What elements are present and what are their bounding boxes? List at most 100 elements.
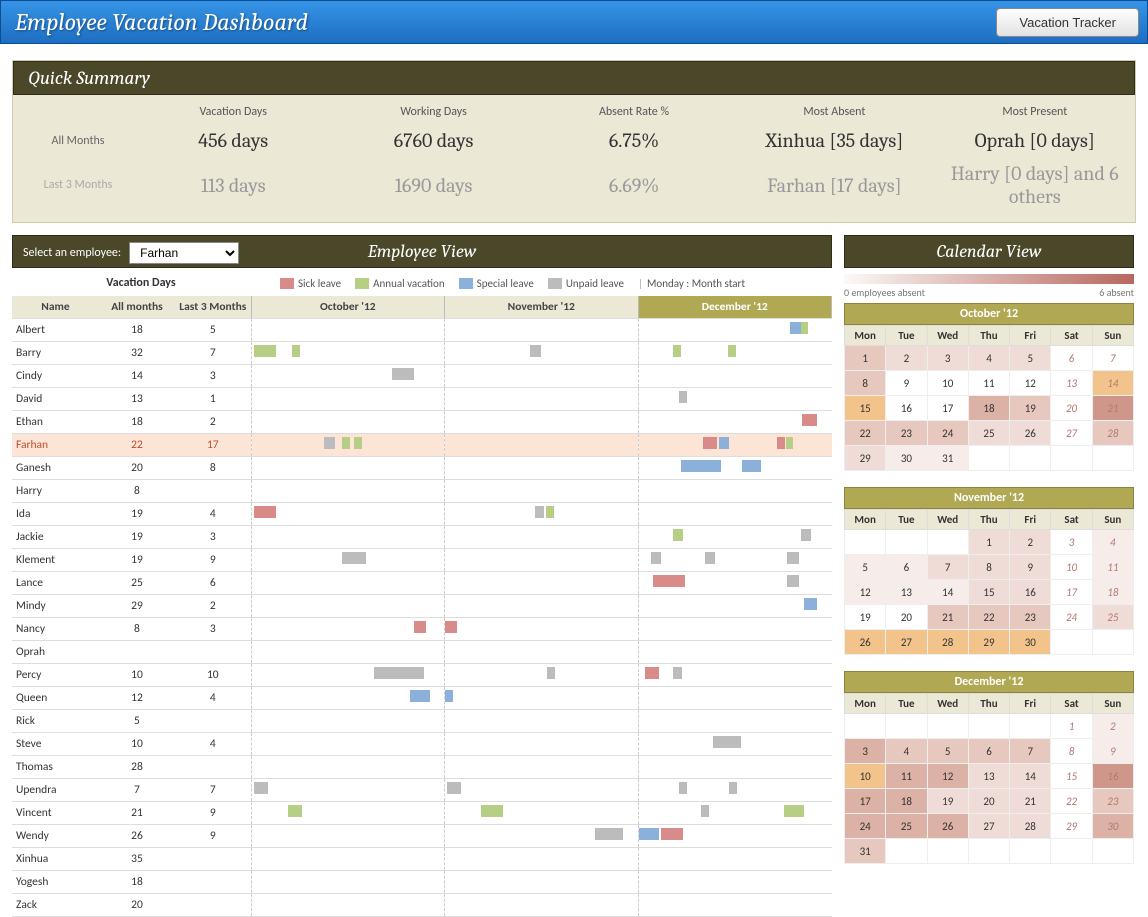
calendar-day[interactable]: 22 bbox=[845, 421, 886, 446]
calendar-day[interactable]: 15 bbox=[1051, 764, 1092, 789]
table-row[interactable]: Ganesh208 bbox=[12, 457, 832, 480]
calendar-day[interactable]: 28 bbox=[1092, 421, 1133, 446]
calendar-day[interactable]: 15 bbox=[845, 396, 886, 421]
table-row[interactable]: Nancy83 bbox=[12, 618, 832, 641]
calendar-day[interactable]: 23 bbox=[1092, 789, 1133, 814]
calendar-day[interactable]: 10 bbox=[1051, 555, 1092, 580]
calendar-day[interactable]: 9 bbox=[1092, 739, 1133, 764]
calendar-day[interactable]: 11 bbox=[1092, 555, 1133, 580]
table-row[interactable]: Klement199 bbox=[12, 549, 832, 572]
table-row[interactable]: Wendy269 bbox=[12, 825, 832, 848]
calendar-day[interactable]: 21 bbox=[927, 605, 968, 630]
table-row[interactable]: Ethan182 bbox=[12, 411, 832, 434]
table-row[interactable]: Farhan2217 bbox=[12, 434, 832, 457]
calendar-day[interactable]: 10 bbox=[927, 371, 968, 396]
calendar-day[interactable]: 17 bbox=[845, 789, 886, 814]
table-row[interactable]: Albert185 bbox=[12, 319, 832, 342]
table-row[interactable]: Upendra77 bbox=[12, 779, 832, 802]
table-row[interactable]: Vincent219 bbox=[12, 802, 832, 825]
calendar-day[interactable]: 19 bbox=[845, 605, 886, 630]
calendar-day[interactable]: 14 bbox=[927, 580, 968, 605]
calendar-day[interactable]: 13 bbox=[968, 764, 1009, 789]
calendar-day[interactable]: 13 bbox=[1051, 371, 1092, 396]
calendar-day[interactable]: 21 bbox=[1092, 396, 1133, 421]
calendar-day[interactable]: 1 bbox=[968, 530, 1009, 555]
table-row[interactable]: Steve104 bbox=[12, 733, 832, 756]
calendar-day[interactable]: 24 bbox=[845, 814, 886, 839]
table-row[interactable]: Queen124 bbox=[12, 687, 832, 710]
table-row[interactable]: Rick5 bbox=[12, 710, 832, 733]
calendar-day[interactable]: 2 bbox=[1092, 714, 1133, 739]
calendar-day[interactable]: 17 bbox=[1051, 580, 1092, 605]
calendar-day[interactable]: 11 bbox=[968, 371, 1009, 396]
calendar-day[interactable]: 12 bbox=[927, 764, 968, 789]
calendar-day[interactable]: 12 bbox=[1010, 371, 1051, 396]
calendar-day[interactable]: 15 bbox=[968, 580, 1009, 605]
calendar-day[interactable]: 17 bbox=[927, 396, 968, 421]
calendar-day[interactable]: 23 bbox=[886, 421, 927, 446]
calendar-day[interactable]: 21 bbox=[1010, 789, 1051, 814]
calendar-day[interactable]: 24 bbox=[927, 421, 968, 446]
calendar-day[interactable]: 12 bbox=[845, 580, 886, 605]
table-row[interactable]: Barry327 bbox=[12, 342, 832, 365]
calendar-day[interactable]: 14 bbox=[1092, 371, 1133, 396]
calendar-day[interactable]: 8 bbox=[1051, 739, 1092, 764]
calendar-day[interactable]: 18 bbox=[886, 789, 927, 814]
calendar-day[interactable]: 20 bbox=[968, 789, 1009, 814]
calendar-day[interactable]: 11 bbox=[886, 764, 927, 789]
calendar-day[interactable]: 26 bbox=[845, 630, 886, 655]
calendar-day[interactable]: 6 bbox=[886, 555, 927, 580]
table-row[interactable]: Ida194 bbox=[12, 503, 832, 526]
calendar-day[interactable]: 31 bbox=[845, 839, 886, 864]
calendar-day[interactable]: 27 bbox=[886, 630, 927, 655]
calendar-day[interactable]: 6 bbox=[1051, 346, 1092, 371]
calendar-day[interactable]: 5 bbox=[1010, 346, 1051, 371]
table-row[interactable]: Thomas28 bbox=[12, 756, 832, 779]
calendar-day[interactable]: 4 bbox=[1092, 530, 1133, 555]
calendar-day[interactable]: 26 bbox=[927, 814, 968, 839]
calendar-day[interactable]: 16 bbox=[1010, 580, 1051, 605]
table-row[interactable]: Cindy143 bbox=[12, 365, 832, 388]
calendar-day[interactable]: 8 bbox=[968, 555, 1009, 580]
calendar-day[interactable]: 4 bbox=[968, 346, 1009, 371]
calendar-day[interactable]: 20 bbox=[1051, 396, 1092, 421]
table-row[interactable]: Zack20 bbox=[12, 894, 832, 917]
calendar-day[interactable]: 9 bbox=[1010, 555, 1051, 580]
calendar-day[interactable]: 10 bbox=[845, 764, 886, 789]
calendar-day[interactable]: 29 bbox=[845, 446, 886, 471]
calendar-day[interactable]: 1 bbox=[1051, 714, 1092, 739]
calendar-day[interactable]: 24 bbox=[1051, 605, 1092, 630]
calendar-day[interactable]: 18 bbox=[968, 396, 1009, 421]
calendar-day[interactable]: 3 bbox=[1051, 530, 1092, 555]
calendar-day[interactable]: 3 bbox=[927, 346, 968, 371]
calendar-day[interactable]: 27 bbox=[968, 814, 1009, 839]
calendar-day[interactable]: 5 bbox=[927, 739, 968, 764]
calendar-day[interactable]: 25 bbox=[886, 814, 927, 839]
calendar-day[interactable]: 30 bbox=[1092, 814, 1133, 839]
table-row[interactable]: Oprah bbox=[12, 641, 832, 664]
calendar-day[interactable]: 9 bbox=[886, 371, 927, 396]
calendar-day[interactable]: 25 bbox=[1092, 605, 1133, 630]
calendar-day[interactable]: 3 bbox=[845, 739, 886, 764]
calendar-day[interactable]: 5 bbox=[845, 555, 886, 580]
vacation-tracker-button[interactable]: Vacation Tracker bbox=[996, 8, 1139, 37]
calendar-day[interactable]: 14 bbox=[1010, 764, 1051, 789]
calendar-day[interactable]: 22 bbox=[1051, 789, 1092, 814]
calendar-day[interactable]: 16 bbox=[886, 396, 927, 421]
calendar-day[interactable]: 18 bbox=[1092, 580, 1133, 605]
calendar-day[interactable]: 28 bbox=[927, 630, 968, 655]
calendar-day[interactable]: 28 bbox=[1010, 814, 1051, 839]
calendar-day[interactable]: 19 bbox=[927, 789, 968, 814]
table-row[interactable]: Percy1010 bbox=[12, 664, 832, 687]
calendar-day[interactable]: 16 bbox=[1092, 764, 1133, 789]
calendar-day[interactable]: 7 bbox=[927, 555, 968, 580]
calendar-day[interactable]: 30 bbox=[1010, 630, 1051, 655]
calendar-day[interactable]: 6 bbox=[968, 739, 1009, 764]
calendar-day[interactable]: 13 bbox=[886, 580, 927, 605]
table-row[interactable]: Yogesh18 bbox=[12, 871, 832, 894]
calendar-day[interactable]: 22 bbox=[968, 605, 1009, 630]
calendar-day[interactable]: 2 bbox=[886, 346, 927, 371]
table-row[interactable]: Harry8 bbox=[12, 480, 832, 503]
table-row[interactable]: Mindy292 bbox=[12, 595, 832, 618]
table-row[interactable]: Lance256 bbox=[12, 572, 832, 595]
